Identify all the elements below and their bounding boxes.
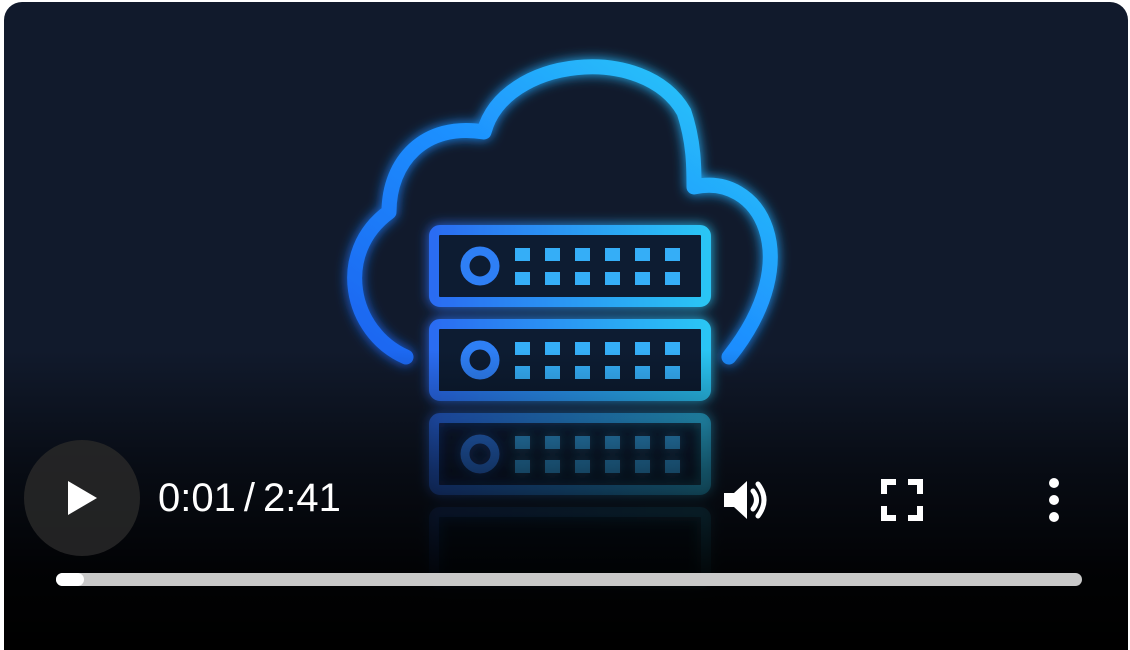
time-display: 0:01/2:41 [158, 476, 341, 520]
progress-played [56, 573, 84, 586]
current-time: 0:01 [158, 476, 236, 520]
play-icon [68, 481, 97, 515]
volume-icon [724, 481, 767, 519]
fullscreen-button[interactable] [870, 468, 934, 532]
duration: 2:41 [262, 476, 341, 520]
play-button[interactable] [24, 440, 140, 556]
more-options-icon [1049, 478, 1059, 522]
progress-bar[interactable] [56, 573, 1082, 586]
volume-button[interactable] [712, 468, 776, 532]
video-player[interactable]: 0:01/2:41 [4, 2, 1128, 650]
time-separator: / [243, 476, 255, 520]
more-options-button[interactable] [1024, 468, 1084, 532]
fullscreen-icon [881, 479, 923, 521]
